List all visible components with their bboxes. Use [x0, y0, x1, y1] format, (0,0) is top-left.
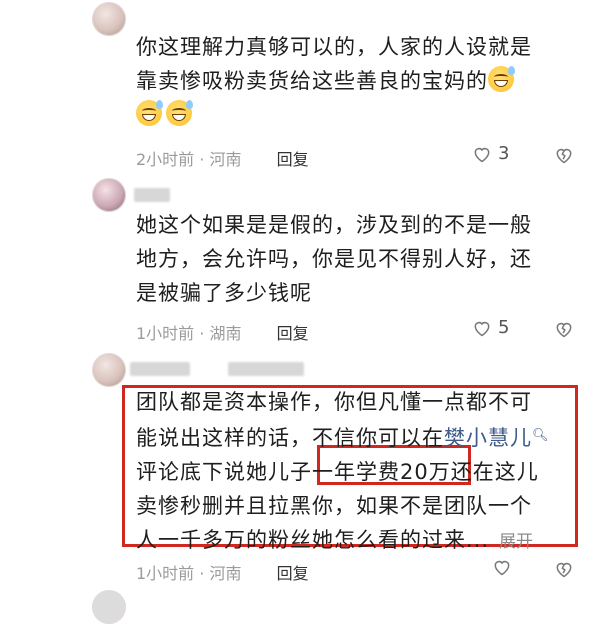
comment-body: 她这个如果是是假的，涉及到的不是一般 地方，会允许吗，你是见不得别人好，还 是被… — [136, 208, 566, 310]
comment-line: 她这个如果是是假的，涉及到的不是一般 — [136, 213, 532, 237]
location: 湖南 — [209, 324, 242, 343]
sweat-smile-icon — [136, 100, 163, 126]
username-redacted — [228, 362, 304, 376]
comment-line: 团队都是资本操作，你但凡懂一点都不可 — [136, 390, 532, 414]
comment-meta: 1小时前 · 河南 回复 — [136, 564, 309, 583]
like-count: 3 — [498, 143, 510, 164]
like-button[interactable]: 3 — [472, 143, 509, 164]
comment-line: 能说出这样的话，不信你可以在樊小慧儿🔍︎ — [136, 426, 550, 450]
dislike-icon[interactable] — [554, 319, 574, 339]
timestamp: 2小时前 — [136, 150, 195, 169]
avatar[interactable] — [92, 590, 126, 624]
like-button[interactable] — [492, 557, 512, 577]
reply-button[interactable]: 回复 — [277, 324, 309, 343]
comment-line: 靠卖惨吸粉卖货给这些善良的宝妈的 — [136, 64, 566, 98]
highlighted-text: 一年学费20万 — [312, 460, 451, 484]
timestamp: 1小时前 — [136, 324, 195, 343]
like-count: 5 — [498, 317, 510, 338]
sweat-smile-icon — [488, 66, 515, 92]
sweat-smile-icon — [166, 100, 193, 126]
comment-body: 团队都是资本操作，你但凡懂一点都不可 能说出这样的话，不信你可以在樊小慧儿🔍︎ … — [136, 385, 566, 559]
comment-body: 你这理解力真够可以的，人家的人设就是 靠卖惨吸粉卖货给这些善良的宝妈的 — [136, 30, 566, 132]
user-mention-link[interactable]: 樊小慧儿 — [444, 426, 532, 450]
dislike-icon[interactable] — [554, 559, 574, 579]
comment-meta: 1小时前 · 湖南 回复 — [136, 324, 309, 343]
comment-line: 是被骗了多少钱呢 — [136, 281, 312, 305]
dislike-icon[interactable] — [554, 145, 574, 165]
username-redacted — [130, 362, 190, 376]
heart-icon — [494, 560, 510, 576]
avatar[interactable] — [92, 353, 126, 387]
timestamp: 1小时前 — [136, 564, 195, 583]
reply-button[interactable]: 回复 — [277, 564, 309, 583]
expand-button[interactable]: 展开 — [499, 532, 533, 552]
reply-button[interactable]: 回复 — [277, 150, 309, 169]
username-redacted — [134, 188, 170, 202]
like-button[interactable]: 5 — [472, 317, 509, 338]
heart-icon — [474, 147, 490, 162]
comment-meta: 2小时前 · 河南 回复 — [136, 150, 309, 169]
comment-line: 评论底下说她儿子一年学费20万还在这儿 — [136, 460, 539, 484]
emoji-line — [136, 98, 566, 132]
comment-line: 人一千多万的粉丝她怎么看的过来... 展开 — [136, 528, 534, 552]
location: 河南 — [209, 150, 242, 169]
comment-line: 你这理解力真够可以的，人家的人设就是 — [136, 35, 532, 59]
location: 河南 — [209, 564, 242, 583]
search-icon: 🔍︎ — [532, 428, 550, 443]
avatar[interactable] — [92, 2, 126, 36]
heart-icon — [474, 321, 490, 336]
avatar[interactable] — [92, 178, 126, 212]
comment-line: 卖惨秒删并且拉黑你，如果不是团队一个 — [136, 494, 532, 518]
comment-line: 地方，会允许吗，你是见不得别人好，还 — [136, 247, 532, 271]
